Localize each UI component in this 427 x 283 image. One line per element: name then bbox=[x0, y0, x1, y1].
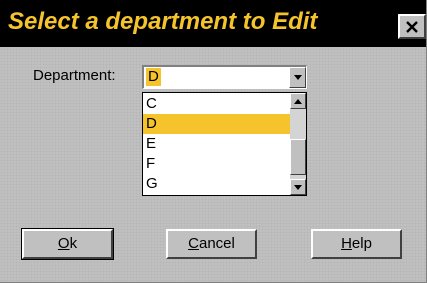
close-button[interactable] bbox=[398, 14, 426, 39]
list-item-d[interactable]: D bbox=[143, 114, 290, 134]
dropdown-button[interactable] bbox=[289, 67, 306, 88]
list-item-g[interactable]: G bbox=[143, 174, 290, 194]
title-bar: Select a department to Edit bbox=[0, 0, 426, 47]
list-items: C D E F G bbox=[143, 94, 290, 194]
list-item-c[interactable]: C bbox=[143, 94, 290, 114]
ok-label-rest: k bbox=[69, 235, 78, 252]
department-value[interactable]: D bbox=[146, 68, 161, 86]
cancel-label-rest: ancel bbox=[198, 235, 235, 252]
dialog-title: Select a department to Edit bbox=[8, 8, 318, 35]
chevron-down-icon bbox=[293, 75, 302, 80]
scroll-down-button[interactable] bbox=[290, 179, 306, 195]
edit-department-dialog: Select a department to Edit Department: … bbox=[0, 0, 427, 283]
help-mnemonic: H bbox=[341, 235, 352, 252]
scroll-thumb[interactable] bbox=[290, 139, 306, 175]
scroll-up-button[interactable] bbox=[290, 93, 306, 109]
ok-mnemonic: O bbox=[57, 235, 70, 252]
list-scrollbar[interactable] bbox=[290, 93, 306, 195]
list-item-e[interactable]: E bbox=[143, 134, 290, 154]
close-icon bbox=[406, 20, 418, 33]
department-list[interactable]: C D E F G bbox=[142, 92, 307, 196]
scroll-down-icon bbox=[294, 184, 302, 190]
list-item-f[interactable]: F bbox=[143, 154, 290, 174]
help-label-rest: elp bbox=[351, 235, 372, 252]
help-button[interactable]: Help bbox=[311, 229, 402, 259]
cancel-button[interactable]: Cancel bbox=[166, 229, 257, 259]
cancel-mnemonic: C bbox=[188, 235, 199, 252]
department-label: Department: bbox=[33, 67, 116, 84]
department-combobox[interactable]: D bbox=[142, 65, 307, 89]
ok-button[interactable]: Ok bbox=[21, 228, 114, 260]
scroll-up-icon bbox=[294, 98, 302, 104]
